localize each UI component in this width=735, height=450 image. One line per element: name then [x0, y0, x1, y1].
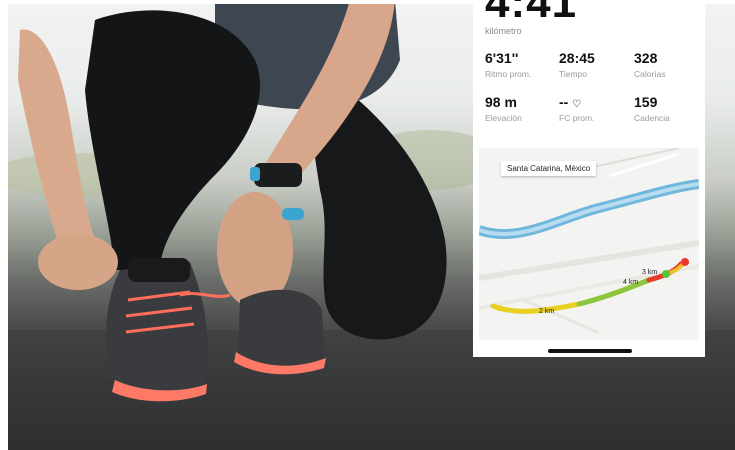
stat-value: 98 m [485, 94, 517, 110]
stat-label: Tiempo [559, 69, 588, 79]
stat-value: 159 [634, 94, 658, 110]
stat-value-row: -- ♡ [559, 94, 609, 110]
stat-elevation: 98 m Elevación [485, 94, 557, 124]
stat-calories: 328 Calorías [634, 50, 705, 80]
map-location-label: Santa Catarina, México [501, 161, 597, 176]
stat-value: 328 [634, 50, 658, 66]
frame-left-border [0, 0, 8, 450]
home-indicator[interactable] [548, 349, 632, 353]
stat-label: Calorías [634, 69, 666, 79]
stat-value: 6'31'' [485, 50, 519, 66]
stat-value: 28:45 [559, 50, 595, 66]
km-marker-4: 4 km [623, 279, 639, 286]
stat-heart-rate: -- ♡ FC prom. [559, 94, 609, 124]
stat-label: Cadencia [634, 113, 670, 123]
stat-cadence: 159 Cadencia [634, 94, 705, 124]
route-map-drawing [479, 148, 699, 335]
km-marker-3: 3 km [642, 269, 658, 276]
route-map[interactable]: Santa Catarina, México 2 km 3 km 4 km [479, 148, 699, 340]
stat-value: -- [559, 94, 569, 110]
heart-icon: ♡ [572, 99, 582, 110]
stat-label: Ritmo prom. [485, 69, 532, 79]
stat-label: FC prom. [559, 113, 595, 123]
km-marker-2: 2 km [539, 308, 555, 315]
pace-value: 4:41 [485, 0, 578, 27]
pace-unit-label: kilómetro [485, 26, 522, 36]
activity-summary-screen: 4:41 kilómetro 6'31'' Ritmo prom. 28:45 … [473, 0, 705, 357]
stat-time: 28:45 Tiempo [559, 50, 631, 80]
stat-avg-pace: 6'31'' Ritmo prom. [485, 50, 557, 80]
stat-label: Elevación [485, 113, 522, 123]
